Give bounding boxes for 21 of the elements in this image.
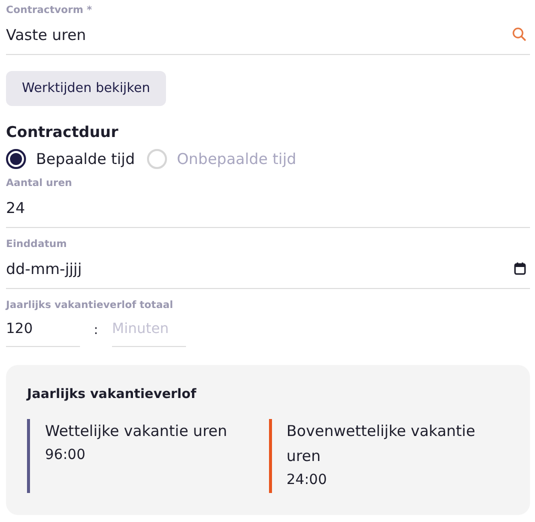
- leave-hours: 24:00: [286, 471, 328, 490]
- card-title: Jaarlijks vakantieverlof: [27, 387, 198, 402]
- leave-hours: 96:00: [45, 446, 86, 465]
- section-title: Contractduur: [6, 123, 120, 141]
- leave-type: Wettelijke vakantie uren: [45, 421, 228, 442]
- field-label: Contractvorm *: [6, 4, 93, 18]
- time-separator: :: [92, 322, 100, 338]
- calendar-icon[interactable]: [514, 262, 526, 275]
- field-label: Jaarlijks vakantieverlof totaal: [6, 299, 174, 313]
- field-label: Aantal uren: [6, 177, 73, 191]
- view-schedule-button[interactable]: Werktijden bekijken: [6, 71, 166, 106]
- search-icon[interactable]: [512, 27, 526, 41]
- hours-field[interactable]: 120: [6, 313, 80, 347]
- minutes-field[interactable]: Minuten: [112, 313, 186, 347]
- field-label: Einddatum: [6, 238, 68, 252]
- input-field[interactable]: 24: [6, 191, 530, 228]
- input-field[interactable]: Vaste uren: [6, 18, 530, 55]
- input-field[interactable]: dd-mm-jjjj: [6, 252, 530, 289]
- radio-button[interactable]: [6, 149, 26, 169]
- radio-label[interactable]: Bepaalde tijd: [36, 150, 135, 168]
- leave-type: Bovenwettelijke vakantie uren: [286, 421, 476, 467]
